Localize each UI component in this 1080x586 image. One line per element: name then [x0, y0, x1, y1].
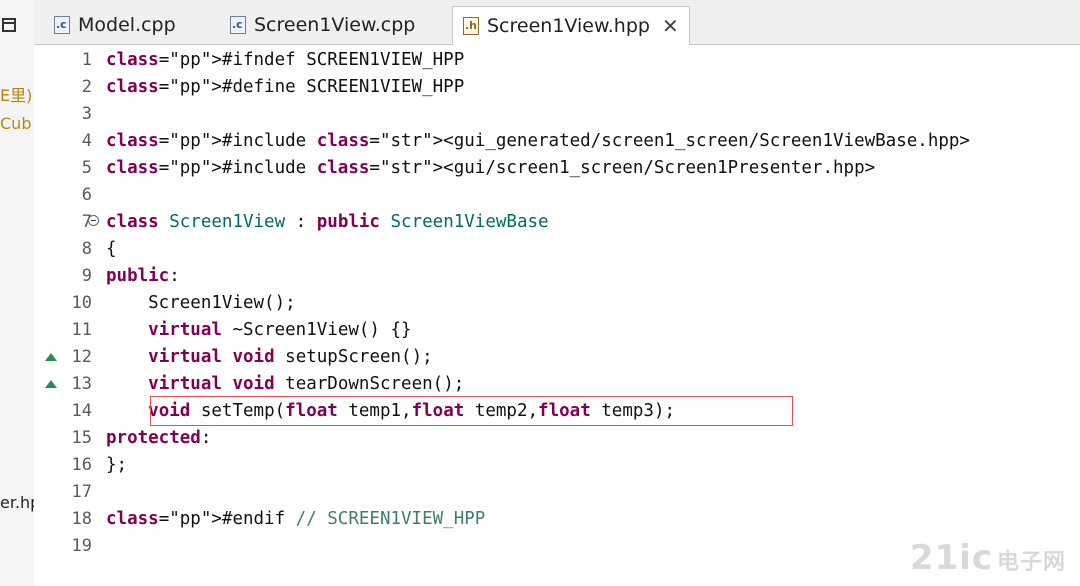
- line-number: 5: [81, 158, 92, 178]
- code-line[interactable]: 8{: [34, 236, 1080, 263]
- line-number: 19: [71, 536, 92, 556]
- c-file-icon: .c: [230, 15, 246, 34]
- line-number: 6: [81, 185, 92, 205]
- code-line[interactable]: 13 virtual void tearDownScreen();: [34, 371, 1080, 398]
- code-line[interactable]: 10 Screen1View();: [34, 290, 1080, 317]
- code-line[interactable]: 4 class="pp">#include class="str"><gui_ge…: [34, 128, 1080, 155]
- code-text: class Screen1View : public Screen1ViewBa…: [106, 212, 549, 232]
- code-line[interactable]: 11 virtual ~Screen1View() {}: [34, 317, 1080, 344]
- code-text: class="pp">#include class="str"><gui/scr…: [106, 158, 876, 178]
- line-number: 14: [71, 401, 92, 421]
- code-line[interactable]: 6: [34, 182, 1080, 209]
- code-line[interactable]: 12 virtual void setupScreen();: [34, 344, 1080, 371]
- code-text: };: [106, 455, 128, 475]
- line-number: 17: [71, 482, 92, 502]
- code-line[interactable]: 1 class="pp">#ifndef SCREEN1VIEW_HPP: [34, 47, 1080, 74]
- sidebar-item[interactable]: er.hp: [0, 493, 34, 512]
- line-number: 18: [71, 509, 92, 529]
- code-line[interactable]: 15 protected:: [34, 425, 1080, 452]
- code-text: virtual void tearDownScreen();: [148, 374, 465, 394]
- code-text: class="pp">#endif // SCREEN1VIEW_HPP: [106, 509, 486, 529]
- code-line[interactable]: 9 public:: [34, 263, 1080, 290]
- code-text: virtual ~Screen1View() {}: [148, 320, 412, 340]
- tab-label: Model.cpp: [78, 13, 176, 36]
- code-line[interactable]: 16};: [34, 452, 1080, 479]
- tab-model-cpp[interactable]: .c Model.cpp: [44, 6, 186, 43]
- line-number: 9: [81, 266, 92, 286]
- code-text: Screen1View();: [106, 293, 296, 313]
- restore-icon[interactable]: [2, 18, 16, 32]
- code-line[interactable]: 2 class="pp">#define SCREEN1VIEW_HPP: [34, 74, 1080, 101]
- code-text: public:: [106, 266, 180, 286]
- close-icon[interactable]: ✕: [662, 16, 679, 36]
- code-line[interactable]: 3: [34, 101, 1080, 128]
- editor-tab-bar: .c Model.cpp .c Screen1View.cpp .h Scree…: [34, 0, 1080, 45]
- code-editor[interactable]: 1 class="pp">#ifndef SCREEN1VIEW_HPP 2 clas…: [34, 45, 1080, 586]
- tab-screen1view-cpp[interactable]: .c Screen1View.cpp: [220, 6, 425, 43]
- line-number: 1: [81, 50, 92, 70]
- watermark: 21ic 电子网: [909, 538, 1066, 578]
- line-number: 16: [71, 455, 92, 475]
- line-number: 7: [81, 212, 92, 232]
- line-number: 10: [71, 293, 92, 313]
- tab-screen1view-hpp[interactable]: .h Screen1View.hpp ✕: [452, 6, 690, 45]
- code-text: {: [106, 239, 117, 259]
- h-file-icon: .h: [463, 17, 479, 35]
- code-text: virtual void setupScreen();: [148, 347, 433, 367]
- sidebar-item[interactable]: Cub: [0, 114, 31, 133]
- line-number: 8: [81, 239, 92, 259]
- line-number: 11: [71, 320, 92, 340]
- line-number: 2: [81, 77, 92, 97]
- tab-label: Screen1View.cpp: [254, 13, 416, 36]
- code-line[interactable]: 7 class Screen1View : public Screen1ViewB…: [34, 209, 1080, 236]
- highlight-box: [150, 396, 793, 426]
- code-text: protected:: [106, 428, 212, 448]
- tab-label: Screen1View.hpp: [487, 15, 650, 37]
- override-marker-icon[interactable]: [45, 380, 57, 388]
- code-text: class="pp">#include class="str"><gui_gen…: [106, 131, 970, 151]
- code-text: class="pp">#ifndef SCREEN1VIEW_HPP: [106, 50, 465, 70]
- line-number: 3: [81, 104, 92, 124]
- code-text: class="pp">#define SCREEN1VIEW_HPP: [106, 77, 465, 97]
- fold-toggle-icon[interactable]: [88, 215, 99, 226]
- left-sidebar: E里) Cub er.hp: [0, 0, 35, 586]
- override-marker-icon[interactable]: [45, 353, 57, 361]
- code-line[interactable]: 5 class="pp">#include class="str"><gui/sc…: [34, 155, 1080, 182]
- code-line[interactable]: 18 class="pp">#endif // SCREEN1VIEW_HPP: [34, 506, 1080, 533]
- c-file-icon: .c: [54, 15, 70, 34]
- line-number: 15: [71, 428, 92, 448]
- code-line[interactable]: 17: [34, 479, 1080, 506]
- line-number: 4: [81, 131, 92, 151]
- sidebar-item[interactable]: E里): [0, 82, 32, 106]
